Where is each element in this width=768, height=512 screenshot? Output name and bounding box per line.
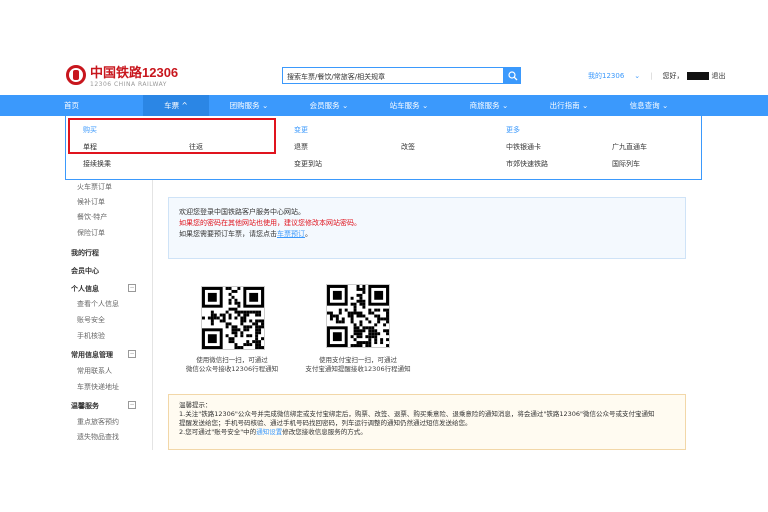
chevron-down-icon: ⌄ [502,101,509,110]
book-ticket-link[interactable]: 车票预订 [277,230,305,238]
wechat-qr-caption: 使用微信扫一扫，可通过 微信公众号接收12306行程通知 [185,356,279,373]
top-links: 我的12306 ⌄ | 您好， 退出 [588,71,726,81]
sidebar-item-view-profile[interactable]: 查看个人信息 [77,299,119,309]
railway-logo-icon [66,65,86,85]
sidebar-item-priority-booking[interactable]: 重点旅客预约 [77,417,119,427]
chevron-down-icon[interactable]: ⌄ [634,72,640,80]
dd-guangjiu-train[interactable]: 广九直通车 [612,142,647,152]
tips-line: 2.您可通过"账号安全"中的通知设置修改您接收信息服务的方式。 [179,428,367,436]
dd-transfer[interactable]: 接续换乘 [83,159,111,169]
sidebar-item-account-security[interactable]: 账号安全 [77,315,105,325]
nav-travel-guide[interactable]: 出行指南 ⌄ [529,95,609,116]
dd-international-train[interactable]: 国际列车 [612,159,640,169]
logo-subtitle: 12306 CHINA RAILWAY [90,81,167,88]
logo-title: 中国铁路12306 [90,65,179,80]
chevron-down-icon: ⌄ [342,101,349,110]
nav-home[interactable]: 首页 [0,95,143,116]
logo[interactable]: 中国铁路12306 12306 CHINA RAILWAY [66,62,178,88]
alipay-qr-code [326,284,390,348]
welcome-line: 欢迎您登录中国铁路客户服务中心网站。 [179,208,305,216]
nav-group-service[interactable]: 团购服务 ⌄ [209,95,289,116]
sidebar-item-phone-verify[interactable]: 手机核验 [77,331,105,341]
welcome-box: 欢迎您登录中国铁路客户服务中心网站。 如果您的密码在其他网站也使用，建议您修改本… [168,197,686,259]
tips-box: 温馨提示： 1.关注"铁路12306"公众号并完成微信绑定或支付宝绑定后，购票、… [168,394,686,450]
sidebar-warm-service[interactable]: 温馨服务 [71,401,99,411]
sidebar-item-catering[interactable]: 餐饮·特产 [77,212,107,222]
greeting-text: 您好， [662,72,684,80]
sidebar-common-info[interactable]: 常用信息管理 [71,350,113,360]
collapse-icon[interactable]: − [128,284,136,292]
tips-title: 温馨提示： [179,401,212,409]
tips-line: 1.关注"铁路12306"公众号并完成微信绑定或支付宝绑定后，购票、改签、退票、… [179,410,655,418]
chevron-down-icon: ⌄ [582,101,589,110]
dd-more-heading: 更多 [506,126,520,134]
booking-hint: 如果您需要预订车票，请您点击车票预订。 [179,230,312,238]
notification-settings-link[interactable]: 通知设置 [256,428,282,436]
sidebar-item-train-orders[interactable]: 火车票订单 [77,182,112,192]
highlight-box [68,118,276,154]
my-12306-link[interactable]: 我的12306 [588,71,624,81]
search-icon [507,70,517,80]
nav-tickets[interactable]: 车票 ^ [143,95,209,116]
collapse-icon[interactable]: − [128,401,136,409]
sidebar-item-contacts[interactable]: 常用联系人 [77,366,112,376]
alipay-qr-caption: 使用支付宝扫一扫，可通过 支付宝通知提醒接收12306行程通知 [305,356,411,373]
sidebar-divider [152,180,153,450]
nav-info-query[interactable]: 信息查询 ⌄ [609,95,689,116]
dd-reschedule[interactable]: 改签 [401,142,415,152]
sidebar-item-waitlist-orders[interactable]: 候补订单 [77,197,105,207]
dd-change-station[interactable]: 变更到站 [294,159,322,169]
chevron-down-icon: ⌄ [262,101,269,110]
sidebar-item-insurance[interactable]: 保险订单 [77,228,105,238]
chevron-down-icon: ⌄ [662,101,669,110]
nav-business-service[interactable]: 商旅服务 ⌄ [449,95,529,116]
main-nav: 首页 车票 ^ 团购服务 ⌄ 会员服务 ⌄ 站车服务 ⌄ 商旅服务 ⌄ 出行指南… [0,95,768,116]
dd-refund[interactable]: 退票 [294,142,308,152]
password-warning: 如果您的密码在其他网站也使用，建议您修改本网站密码。 [179,219,361,227]
sidebar-member-center[interactable]: 会员中心 [71,266,99,276]
chevron-up-icon: ^ [181,101,188,110]
nav-member-service[interactable]: 会员服务 ⌄ [289,95,369,116]
chevron-down-icon: ⌄ [422,101,429,110]
dd-railway-card[interactable]: 中铁银通卡 [506,142,541,152]
tips-line: 提醒发送给您；手机号码核验、通过手机号码找回密码，列车运行调整的通知仍然通过短信… [179,419,472,427]
divider: | [650,72,653,80]
nav-station-service[interactable]: 站车服务 ⌄ [369,95,449,116]
search-input[interactable]: 搜索车票/餐饮/常旅客/相关规章 [282,67,504,84]
sidebar-my-trip[interactable]: 我的行程 [71,248,99,258]
redacted-username [686,72,709,80]
sidebar-personal-info[interactable]: 个人信息 [71,284,99,294]
wechat-qr-code [201,286,265,350]
dd-suburban-rail[interactable]: 市郊快速铁路 [506,159,548,169]
collapse-icon[interactable]: − [128,350,136,358]
sidebar-item-delivery-address[interactable]: 车票快递地址 [77,382,119,392]
logout-link[interactable]: 退出 [712,72,726,80]
sidebar-item-lost-items[interactable]: 遗失物品查找 [77,432,119,442]
dd-change-heading: 变更 [294,126,308,134]
search-button[interactable] [504,67,521,84]
